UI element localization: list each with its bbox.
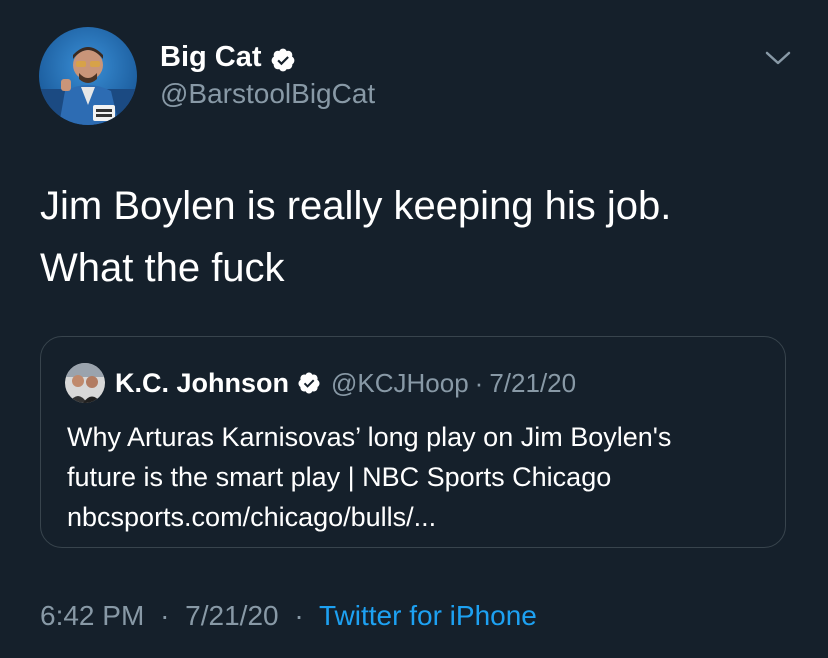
tweet-meta: 6:42 PM · 7/21/20 · Twitter for iPhone bbox=[40, 596, 537, 636]
quoted-author-name: K.C. Johnson bbox=[115, 367, 289, 398]
tweet-text-line: Jim Boylen is really keeping his job. bbox=[40, 184, 672, 228]
tweet-text-line: What the fuck bbox=[40, 246, 285, 290]
separator-dot: · bbox=[160, 600, 170, 631]
quoted-author-avatar bbox=[65, 363, 105, 403]
tweet-time: 6:42 PM bbox=[40, 600, 145, 631]
separator-dot: · bbox=[294, 600, 304, 631]
quoted-tweet-link[interactable]: nbcsports.com/chicago/bulls/... bbox=[67, 497, 767, 537]
author-name-row[interactable]: Big Cat bbox=[160, 37, 296, 77]
tweet-detail: Big Cat @BarstoolBigCat Jim Boylen is re… bbox=[0, 0, 828, 658]
quoted-tweet-header: K.C. Johnson @KCJHoop · 7/21/20 bbox=[65, 363, 576, 403]
quoted-tweet-card[interactable]: K.C. Johnson @KCJHoop · 7/21/20 Why Artu… bbox=[40, 336, 786, 548]
tweet-text: Jim Boylen is really keeping his job. Wh… bbox=[40, 175, 800, 299]
chevron-down-icon[interactable] bbox=[763, 46, 793, 70]
verified-badge-icon bbox=[297, 371, 321, 395]
author-display-name[interactable]: Big Cat bbox=[160, 37, 262, 77]
tweet-source-link[interactable]: Twitter for iPhone bbox=[319, 600, 537, 631]
quoted-tweet-line: Why Arturas Karnisovas’ long play on Jim… bbox=[67, 422, 672, 452]
author-avatar[interactable] bbox=[39, 27, 137, 125]
quoted-author-handle: @KCJHoop bbox=[331, 367, 469, 398]
tweet-date: 7/21/20 bbox=[185, 600, 279, 631]
verified-badge-icon bbox=[270, 44, 296, 72]
quoted-tweet-date: 7/21/20 bbox=[489, 367, 577, 398]
author-handle[interactable]: @BarstoolBigCat bbox=[160, 76, 375, 112]
separator-dot: · bbox=[474, 367, 484, 398]
quoted-tweet-body: Why Arturas Karnisovas’ long play on Jim… bbox=[67, 417, 767, 537]
quoted-tweet-line: future is the smart play | NBC Sports Ch… bbox=[67, 462, 612, 492]
